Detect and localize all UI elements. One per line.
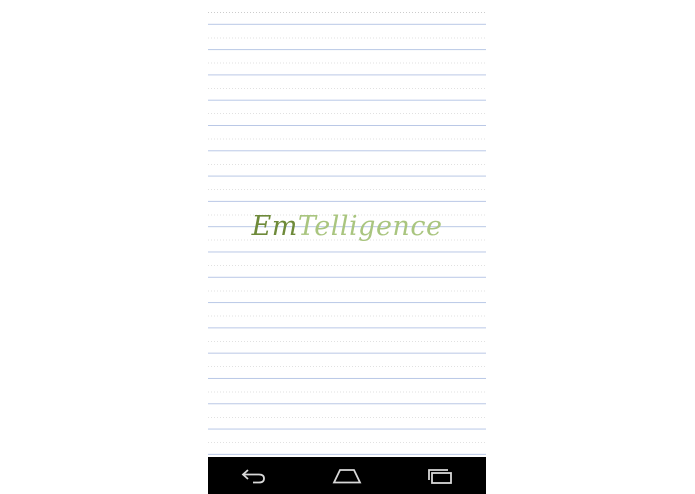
logo-text-telligence: Telligence bbox=[297, 211, 443, 242]
app-logo: EmTelligence bbox=[208, 209, 486, 245]
device-screen: EmTelligence bbox=[208, 0, 486, 494]
recent-apps-button[interactable] bbox=[420, 461, 460, 491]
system-navigation-bar bbox=[208, 457, 486, 494]
back-icon bbox=[241, 468, 266, 483]
recent-apps-icon bbox=[427, 468, 452, 484]
logo-text-em: Em bbox=[251, 211, 298, 242]
back-button[interactable] bbox=[234, 461, 274, 491]
home-button[interactable] bbox=[327, 461, 367, 491]
home-icon bbox=[332, 468, 362, 483]
